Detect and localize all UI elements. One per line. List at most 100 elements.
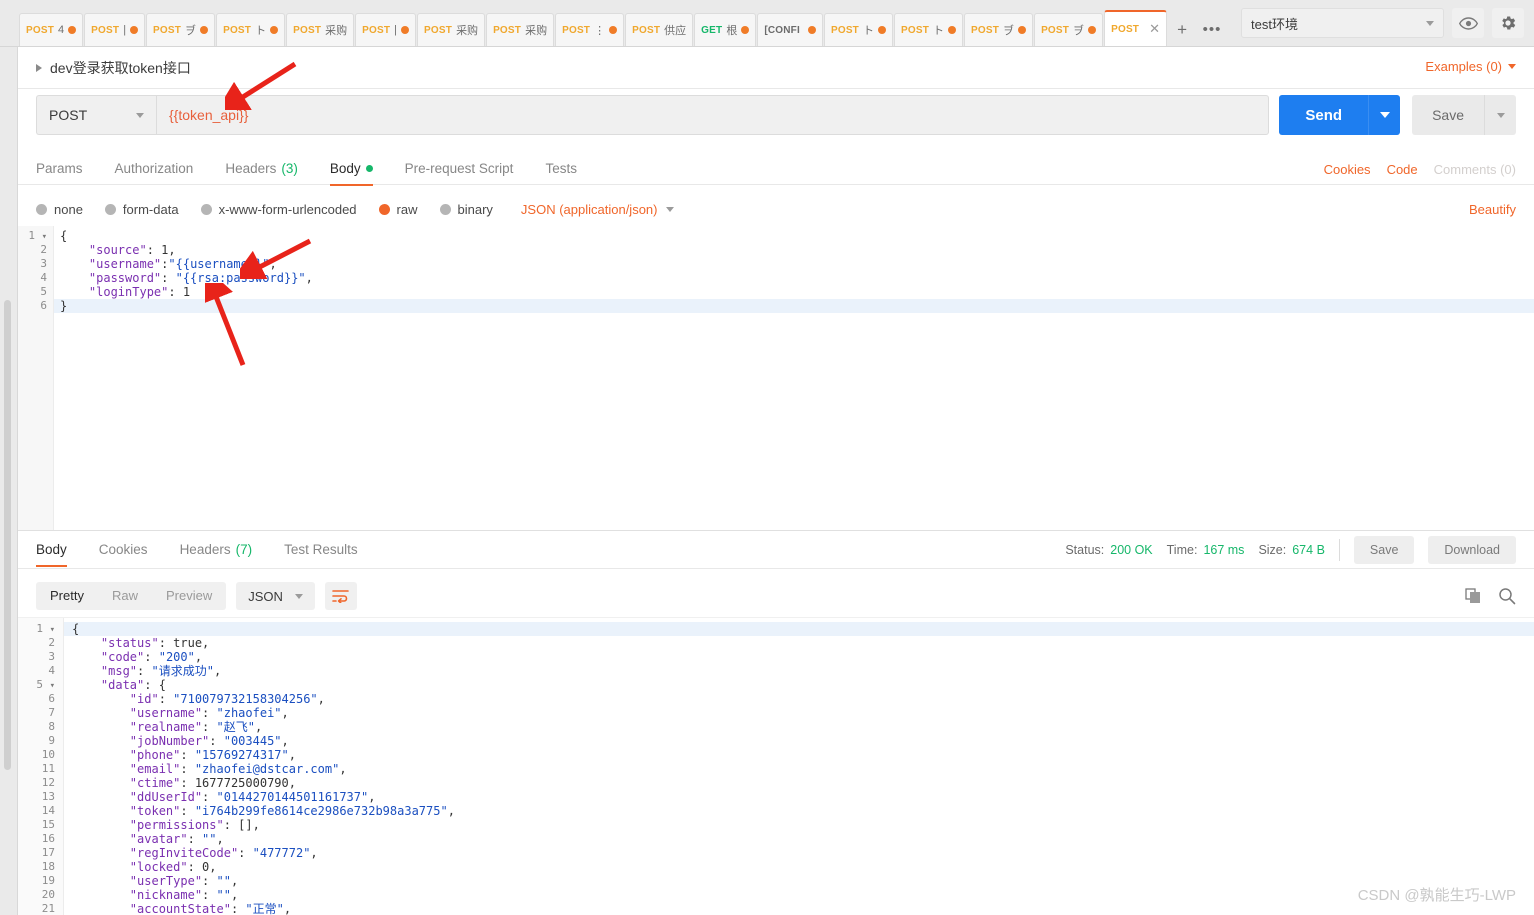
request-name[interactable]: dev登录获取token接口 [50, 58, 191, 78]
tab-method: [CONFI [764, 24, 800, 36]
tab-options-button[interactable]: ••• [1197, 13, 1227, 46]
request-tab[interactable]: POST ト [823, 13, 893, 46]
comments-link[interactable]: Comments (0) [1434, 162, 1516, 177]
tab-label: Tests [545, 161, 577, 176]
tab-count: (3) [281, 161, 298, 176]
url-input[interactable]: {{token_api}} [156, 95, 1270, 135]
line-number: 12 [41, 776, 55, 789]
request-tab[interactable]: [CONFI [757, 13, 823, 46]
request-tab[interactable]: POST | [355, 13, 417, 46]
body-type-label: x-www-form-urlencoded [218, 201, 357, 217]
response-tab-body[interactable]: Body [36, 534, 67, 567]
body-type-form-data[interactable]: form-data [104, 202, 179, 217]
request-tab[interactable]: POST ⋮ [555, 13, 625, 46]
body-type-x-www-form-urlencoded[interactable]: x-www-form-urlencoded [200, 201, 357, 217]
copy-icon[interactable] [1465, 588, 1482, 604]
response-tab-headers[interactable]: Headers (7) [180, 534, 253, 566]
request-body-editor[interactable]: 1 ▾ 2 3 4 5 6 { "source": 1, "username":"{{us… [18, 226, 1534, 530]
examples-dropdown[interactable]: Examples (0) [1425, 59, 1516, 74]
request-body-code[interactable]: { "source": 1, "username":"{{username}}"… [54, 226, 1534, 530]
chevron-down-icon [1426, 20, 1434, 26]
response-body-code[interactable]: { "status": true, "code": "200", "msg": … [64, 618, 1534, 915]
environment-quick-look-button[interactable] [1452, 8, 1484, 38]
request-tab[interactable]: POST ヺ [964, 13, 1034, 46]
send-button[interactable]: Send [1279, 95, 1369, 135]
beautify-link[interactable]: Beautify [1469, 202, 1516, 217]
line-number: 20 [41, 888, 55, 901]
request-tab-tests[interactable]: Tests [545, 153, 577, 185]
line-number: 6 [40, 299, 47, 312]
cookies-link[interactable]: Cookies [1324, 162, 1371, 177]
request-tab[interactable]: POST ト [216, 13, 286, 46]
request-tab-params[interactable]: Params [36, 153, 83, 185]
close-icon[interactable]: ✕ [1149, 21, 1160, 37]
request-tab[interactable]: POST 采购 [417, 13, 486, 46]
body-type-raw[interactable]: raw [378, 201, 418, 217]
word-wrap-button[interactable] [324, 582, 357, 610]
view-mode-raw[interactable]: Raw [98, 582, 152, 610]
tab-label: 供应 [664, 25, 687, 37]
code-line: "code": "200", [100, 650, 203, 664]
request-tab-authorization[interactable]: Authorization [115, 153, 194, 185]
line-number: 1 ▾ [28, 229, 47, 242]
view-mode-pretty[interactable]: Pretty [36, 582, 98, 610]
request-name-row: dev登录获取token接口 Examples (0) [18, 47, 1534, 89]
request-tab[interactable]: POST ト [894, 13, 964, 46]
environment-selector[interactable]: test环境 [1241, 8, 1444, 38]
request-tab[interactable]: POST | [84, 13, 146, 46]
request-tab[interactable]: POST ヺ [1034, 13, 1104, 46]
response-body-viewer[interactable]: 1 ▾ 2 3 4 5 ▾ 6 7 8 9 10 11 12 13 14 15 16 17 18 19 20 21 { … [18, 617, 1534, 915]
response-tab-test-results[interactable]: Test Results [284, 534, 358, 566]
response-format-value: JSON [248, 588, 283, 604]
http-method-selector[interactable]: POST [36, 95, 156, 135]
code-link[interactable]: Code [1387, 162, 1418, 177]
request-tab-headers[interactable]: Headers (3) [225, 153, 298, 185]
body-type-label: raw [396, 201, 418, 217]
save-request-button[interactable]: Save [1412, 95, 1484, 135]
eye-icon [1458, 16, 1478, 30]
settings-button[interactable] [1492, 8, 1524, 38]
request-tab[interactable]: POST 4 [19, 13, 84, 46]
body-type-binary[interactable]: binary [439, 202, 493, 217]
request-tab[interactable]: POST 供应 [625, 13, 694, 46]
request-tab[interactable]: POST 采购 [486, 13, 555, 46]
code-line: "avatar": "", [129, 832, 224, 846]
request-tab-body[interactable]: Body [329, 153, 373, 186]
line-number: 7 [48, 706, 55, 719]
save-options-button[interactable] [1484, 95, 1516, 135]
search-icon[interactable] [1498, 587, 1516, 605]
tab-method: POST [562, 24, 591, 36]
save-response-button[interactable]: Save [1353, 536, 1415, 564]
content-type-selector[interactable]: JSON (application/json) [521, 202, 675, 217]
request-tab[interactable]: GET 根 [694, 13, 757, 46]
request-tab[interactable]: POST 采购 [286, 13, 355, 46]
send-options-button[interactable] [1368, 95, 1401, 135]
chevron-down-icon [294, 593, 303, 599]
unsaved-dot-icon [68, 26, 77, 34]
request-tab[interactable]: POST ヺ [146, 13, 216, 46]
request-tab-pre-request-script[interactable]: Pre-request Script [405, 153, 514, 185]
view-mode-preview[interactable]: Preview [152, 582, 226, 610]
chevron-right-icon[interactable] [36, 63, 42, 72]
request-line-numbers: 1 ▾ 2 3 4 5 6 [18, 226, 54, 530]
tab-method: POST [26, 24, 55, 36]
unsaved-dot-icon [130, 26, 139, 34]
left-sidebar-rail [0, 0, 18, 915]
sidebar-scrollbar[interactable] [4, 300, 11, 770]
time-label: Time: [1166, 543, 1198, 557]
code-line: "msg": "请求成功", [100, 664, 222, 678]
line-number: 14 [41, 804, 55, 817]
new-tab-button[interactable]: + [1167, 13, 1197, 46]
request-tab-active[interactable]: POST ✕ [1104, 10, 1168, 46]
response-format-selector[interactable]: JSON [236, 582, 315, 610]
tab-label: ヺ [1003, 25, 1015, 37]
tab-label: 根 [726, 25, 738, 37]
body-type-none[interactable]: none [36, 202, 83, 217]
response-tab-cookies[interactable]: Cookies [99, 534, 148, 566]
line-number: 9 [48, 734, 55, 747]
download-response-button[interactable]: Download [1428, 536, 1516, 564]
code-line: "username": "zhaofei", [129, 706, 289, 720]
code-line: "phone": "15769274317", [129, 748, 296, 762]
line-number: 1 ▾ [36, 622, 55, 635]
code-line: "accountState": "正常", [129, 902, 292, 915]
